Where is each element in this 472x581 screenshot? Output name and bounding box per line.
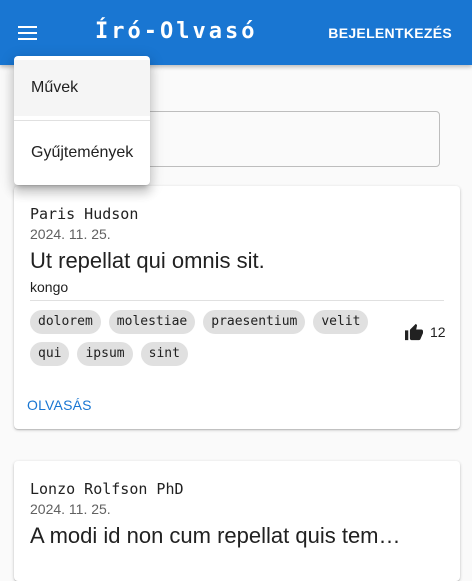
- tag-chip[interactable]: velit: [313, 310, 369, 334]
- menu-item-works[interactable]: Művek: [14, 60, 150, 116]
- menu-button[interactable]: [18, 20, 58, 46]
- login-button[interactable]: BEJELENTKEZÉS: [328, 24, 452, 42]
- card-subtitle: kongo: [30, 279, 69, 295]
- card-date: 2024. 11. 25.: [30, 501, 111, 517]
- like-count: 12: [430, 324, 446, 340]
- work-card: Paris Hudson 2024. 11. 25. Ut repellat q…: [14, 186, 460, 429]
- menu-divider: [14, 120, 150, 121]
- like-button[interactable]: 12: [404, 323, 446, 341]
- tag-chip[interactable]: praesentium: [203, 310, 306, 334]
- card-date: 2024. 11. 25.: [30, 226, 111, 242]
- tag-chip[interactable]: molestiae: [108, 310, 196, 334]
- thumb-up-icon: [405, 323, 423, 341]
- tag-chip[interactable]: qui: [30, 342, 70, 366]
- card-author: Paris Hudson: [30, 205, 139, 223]
- hamburger-menu-icon: [18, 26, 37, 40]
- read-button[interactable]: OLVASÁS: [27, 397, 92, 413]
- card-title: A modi id non cum repellat quis tem…: [30, 523, 401, 548]
- card-divider: [30, 300, 444, 301]
- tag-chip[interactable]: dolorem: [30, 310, 101, 334]
- tag-chip[interactable]: ipsum: [77, 342, 133, 366]
- card-author: Lonzo Rolfson PhD: [30, 480, 184, 498]
- app-title: Író-Olvasó: [95, 19, 258, 44]
- menu-item-collections[interactable]: Gyűjtemények: [14, 125, 150, 181]
- tag-chip[interactable]: sint: [140, 342, 188, 366]
- work-card: Lonzo Rolfson PhD 2024. 11. 25. A modi i…: [14, 461, 460, 581]
- tag-list: dolorem molestiae praesentium velit qui …: [30, 310, 390, 366]
- navigation-menu: Művek Gyűjtemények: [14, 56, 150, 185]
- card-title: Ut repellat qui omnis sit.: [30, 248, 265, 273]
